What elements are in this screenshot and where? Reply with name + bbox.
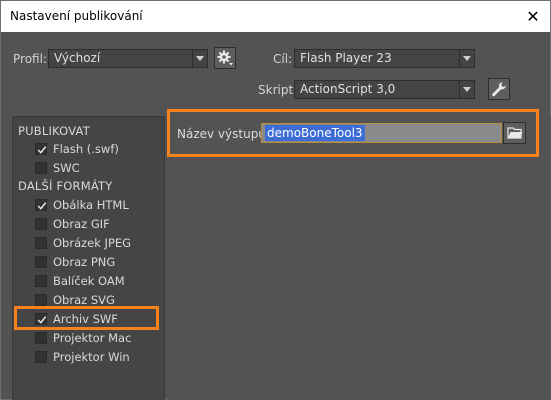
format-label: Balíček OAM: [53, 274, 125, 288]
profile-label: Profil:: [13, 52, 47, 66]
target-value: Flash Player 23: [300, 51, 392, 65]
gear-icon: [217, 50, 233, 66]
target-dropdown[interactable]: Flash Player 23: [294, 49, 475, 68]
publish-section-header: PUBLIKOVAT: [18, 124, 90, 138]
title-bar: Nastavení publikování ✕: [1, 1, 550, 32]
format-label: Obálka HTML: [53, 198, 129, 212]
profile-dropdown[interactable]: Výchozí: [48, 49, 208, 68]
profile-settings-button[interactable]: [214, 47, 236, 69]
other-formats-section-header: DALŠÍ FORMÁTY: [18, 179, 113, 193]
script-label: Skript:: [258, 83, 298, 97]
format-label: Obraz GIF: [53, 217, 110, 231]
checkbox[interactable]: [35, 294, 47, 306]
format-label: Flash (.swf): [53, 142, 119, 156]
checkbox[interactable]: [35, 275, 47, 287]
script-value: ActionScript 3,0: [300, 82, 396, 96]
formats-panel: PUBLIKOVAT Flash (.swf) SWC DALŠÍ FORMÁT…: [12, 116, 165, 400]
chevron-down-icon: [459, 50, 474, 67]
format-label: Obraz PNG: [53, 255, 116, 269]
close-button[interactable]: ✕: [516, 1, 550, 32]
format-label: SWC: [53, 161, 80, 175]
chevron-down-icon: [459, 81, 474, 98]
format-label: Obrázek JPEG: [53, 236, 132, 250]
checkbox[interactable]: [35, 332, 47, 344]
chevron-down-icon: [192, 50, 207, 67]
wrench-icon: [492, 82, 506, 97]
checkbox[interactable]: [35, 162, 47, 174]
script-dropdown[interactable]: ActionScript 3,0: [294, 80, 475, 99]
target-label: Cíl:: [273, 52, 293, 66]
settings-panel: [167, 116, 551, 400]
profile-value: Výchozí: [54, 51, 101, 65]
checkbox[interactable]: [35, 351, 47, 363]
highlight-frame: [14, 306, 159, 330]
window-title: Nastavení publikování: [10, 9, 143, 23]
format-label: Projektor Win: [53, 350, 130, 364]
close-icon: ✕: [526, 7, 540, 26]
format-label: Projektor Mac: [53, 331, 132, 345]
script-settings-button[interactable]: [488, 78, 510, 100]
checkbox[interactable]: [35, 218, 47, 230]
checkbox[interactable]: [35, 237, 47, 249]
checkbox[interactable]: [35, 256, 47, 268]
checkbox[interactable]: [35, 143, 47, 155]
publish-settings-dialog: Nastavení publikování ✕ Profil: Výchozí: [0, 0, 551, 400]
format-label: Obraz SVG: [53, 293, 115, 307]
checkbox[interactable]: [35, 199, 47, 211]
highlight-frame: [167, 109, 539, 157]
